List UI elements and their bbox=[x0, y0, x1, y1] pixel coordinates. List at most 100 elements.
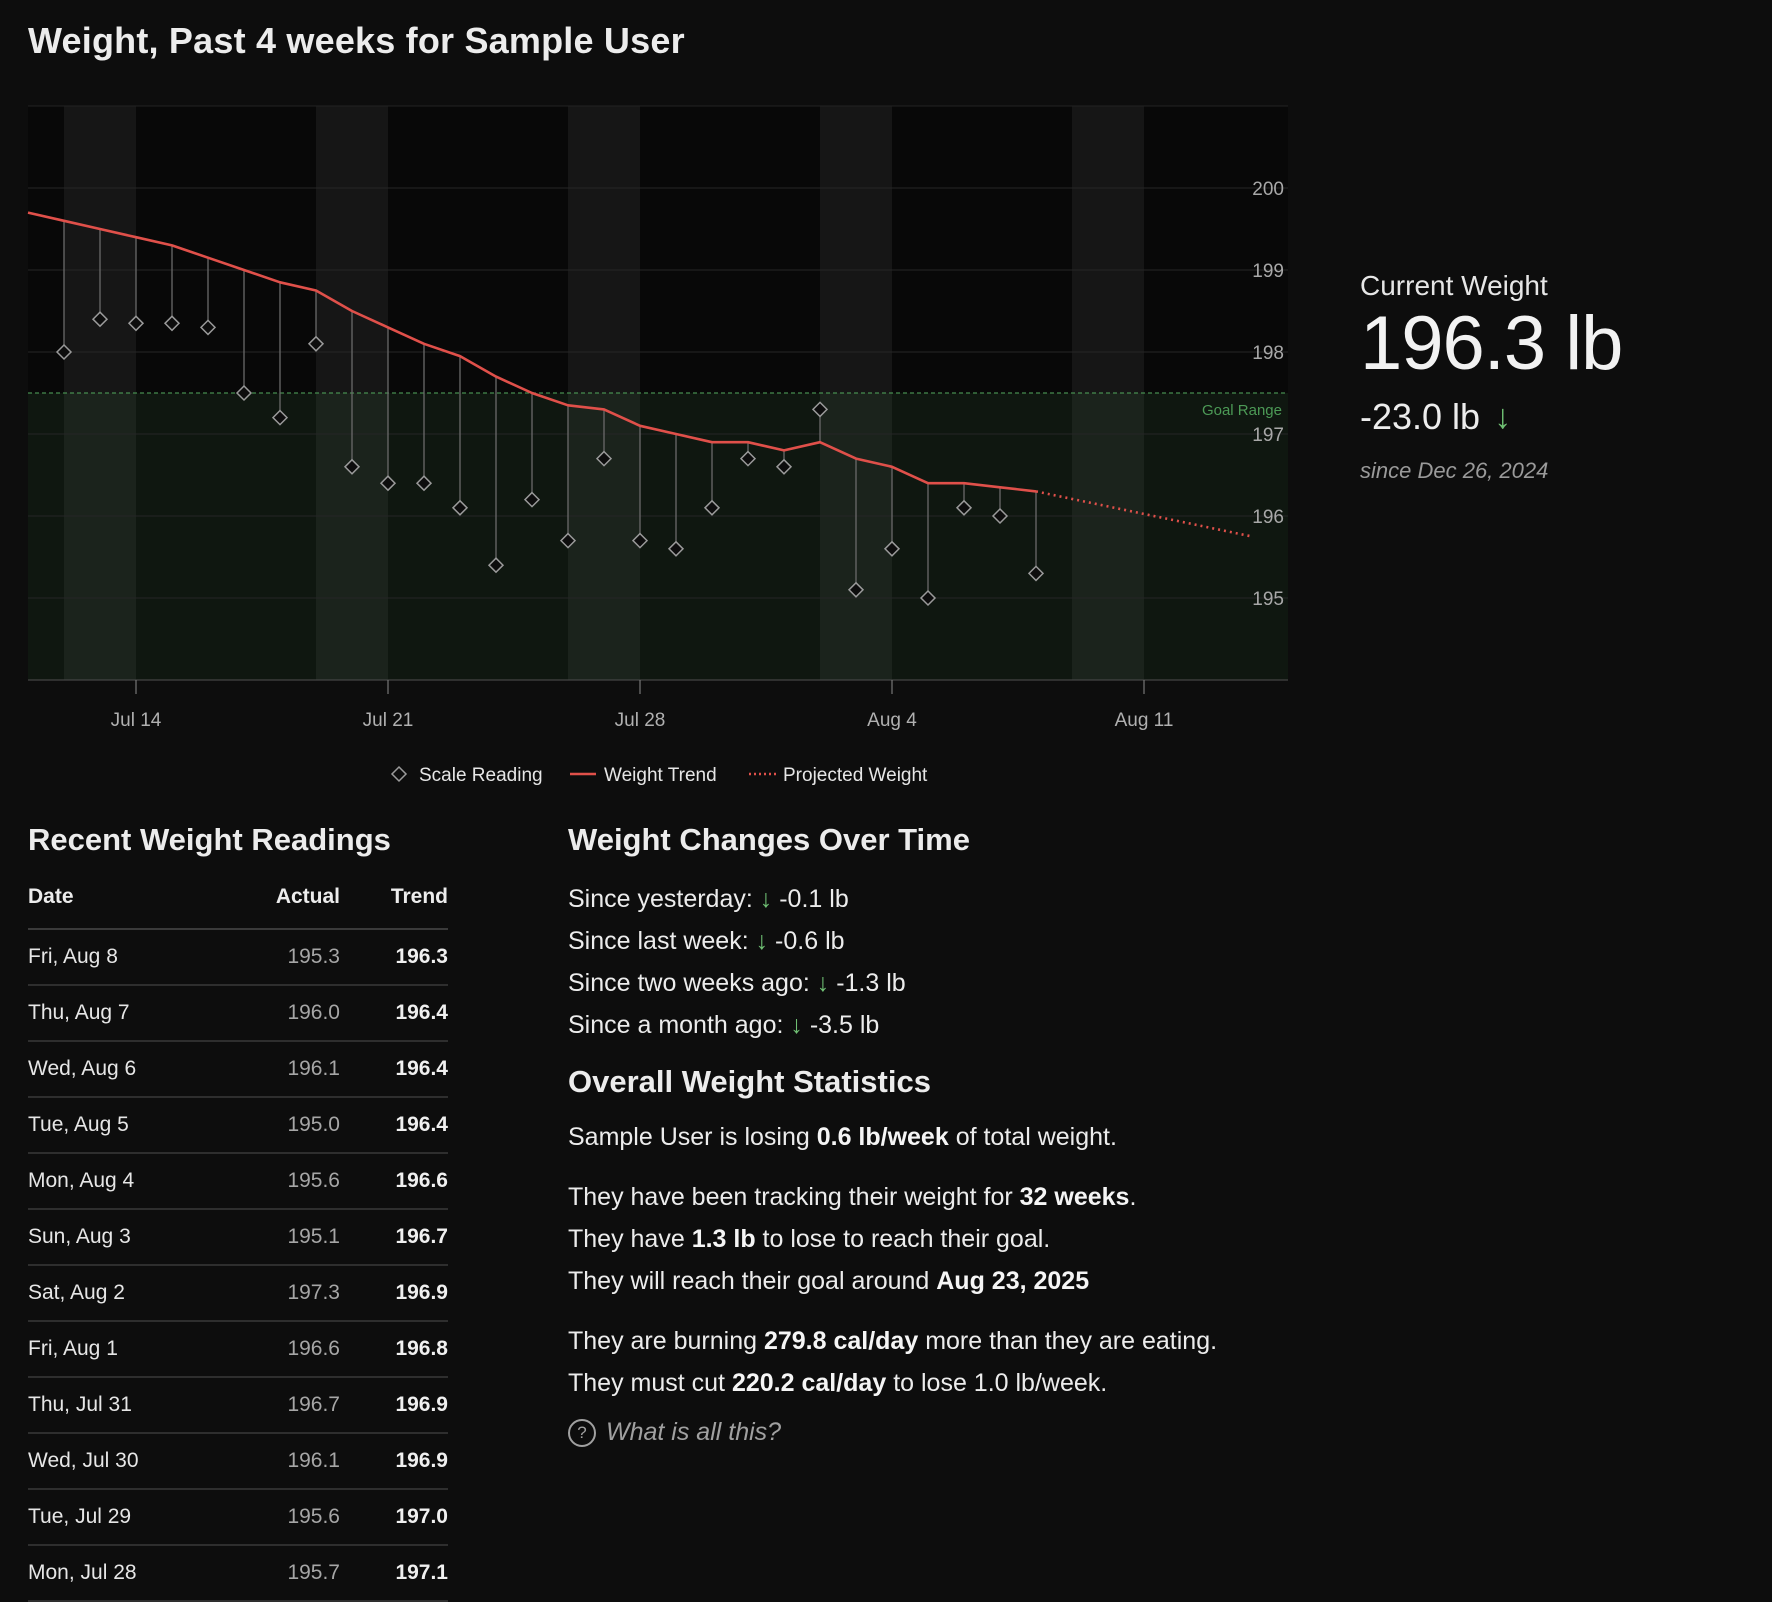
table-row: Wed, Aug 6 196.1 196.4 bbox=[28, 1041, 448, 1098]
cell-actual: 196.1 bbox=[228, 1433, 340, 1490]
legend-trend-label: Weight Trend bbox=[604, 765, 717, 786]
change-label: Since a month ago: bbox=[568, 1011, 784, 1039]
down-arrow-icon: ↓ bbox=[790, 1011, 803, 1039]
goal-range: Goal Range bbox=[28, 392, 1288, 680]
x-tick-label: Jul 28 bbox=[615, 710, 666, 731]
cell-trend: 197.0 bbox=[340, 1489, 448, 1546]
cell-trend: 196.4 bbox=[340, 985, 448, 1042]
weight-changes-section: Weight Changes Over Time Since yesterday… bbox=[568, 822, 1288, 1447]
change-item: Since yesterday: ↓ -0.1 lb bbox=[568, 878, 1288, 920]
calorie-deficit-text: They are burning 279.8 cal/day more than… bbox=[568, 1327, 1218, 1355]
change-value: -0.1 lb bbox=[779, 885, 849, 913]
column-header-date: Date bbox=[28, 884, 228, 930]
column-header-trend: Trend bbox=[340, 884, 448, 930]
down-arrow-icon: ↓ bbox=[816, 969, 830, 997]
table-row: Mon, Aug 4 195.6 196.6 bbox=[28, 1153, 448, 1210]
cell-trend: 196.8 bbox=[340, 1321, 448, 1378]
cell-actual: 196.6 bbox=[228, 1321, 340, 1378]
y-tick-label: 198 bbox=[1252, 343, 1284, 364]
readings-table: Date Actual Trend Fri, Aug 8 195.3 196.3 Th… bbox=[28, 884, 448, 1602]
y-tick-label: 195 bbox=[1252, 589, 1284, 610]
goal-date-text: They will reach their goal around Aug 23… bbox=[568, 1267, 1090, 1295]
question-circle-icon[interactable]: ? bbox=[568, 1418, 596, 1447]
table-row: Fri, Aug 8 195.3 196.3 bbox=[28, 929, 448, 986]
cell-date: Thu, Jul 31 bbox=[28, 1377, 228, 1434]
remaining-to-goal-text: They have 1.3 lb to lose to reach their … bbox=[568, 1225, 1051, 1253]
cell-trend: 196.9 bbox=[340, 1265, 448, 1322]
cell-trend: 196.3 bbox=[340, 929, 448, 986]
change-value: -0.6 lb bbox=[775, 927, 845, 955]
total-change-value: -23.0 lb bbox=[1360, 396, 1481, 437]
goal-range-label: Goal Range bbox=[1202, 402, 1282, 419]
cell-trend: 196.6 bbox=[340, 1153, 448, 1210]
cell-date: Sun, Aug 3 bbox=[28, 1209, 228, 1266]
change-label: Since last week: bbox=[568, 927, 749, 955]
down-arrow-icon: ↓ bbox=[1494, 397, 1512, 436]
goal-range-band bbox=[28, 393, 1288, 680]
y-tick-label: 199 bbox=[1252, 261, 1284, 282]
cell-date: Mon, Jul 28 bbox=[28, 1545, 228, 1602]
column-header-actual: Actual bbox=[228, 884, 340, 930]
cell-trend: 196.4 bbox=[340, 1097, 448, 1154]
legend-scale-label: Scale Reading bbox=[419, 765, 543, 786]
cell-trend: 196.4 bbox=[340, 1041, 448, 1098]
table-row: Fri, Aug 1 196.6 196.8 bbox=[28, 1321, 448, 1378]
cell-actual: 195.1 bbox=[228, 1209, 340, 1266]
tracking-duration-text: They have been tracking their weight for… bbox=[568, 1183, 1137, 1211]
cell-actual: 195.0 bbox=[228, 1097, 340, 1154]
table-row: Sat, Aug 2 197.3 196.9 bbox=[28, 1265, 448, 1322]
weight-changes-title: Weight Changes Over Time bbox=[568, 822, 970, 857]
y-tick-label: 196 bbox=[1252, 507, 1284, 528]
x-tick-label: Aug 4 bbox=[867, 710, 917, 731]
help-link[interactable]: ? What is all this? bbox=[568, 1418, 1288, 1447]
cell-actual: 197.3 bbox=[228, 1265, 340, 1322]
table-row: Tue, Aug 5 195.0 196.4 bbox=[28, 1097, 448, 1154]
down-arrow-icon: ↓ bbox=[759, 885, 773, 913]
cell-date: Sat, Aug 2 bbox=[28, 1265, 228, 1322]
down-arrow-icon: ↓ bbox=[755, 927, 769, 955]
overall-stats-title: Overall Weight Statistics bbox=[568, 1064, 931, 1099]
cell-trend: 196.7 bbox=[340, 1209, 448, 1266]
recent-readings-section: Recent Weight Readings Date Actual Trend… bbox=[28, 822, 448, 1602]
cell-date: Fri, Aug 8 bbox=[28, 929, 228, 986]
cell-date: Thu, Aug 7 bbox=[28, 985, 228, 1042]
cell-actual: 195.3 bbox=[228, 929, 340, 986]
table-row: Thu, Aug 7 196.0 196.4 bbox=[28, 985, 448, 1042]
cell-actual: 196.1 bbox=[228, 1041, 340, 1098]
help-link-text[interactable]: What is all this? bbox=[606, 1418, 781, 1447]
change-value: -3.5 lb bbox=[809, 1011, 880, 1039]
cell-trend: 196.9 bbox=[340, 1433, 448, 1490]
legend-diamond-icon bbox=[390, 765, 408, 783]
legend-projected-label: Projected Weight bbox=[783, 765, 928, 786]
table-row: Mon, Jul 28 195.7 197.1 bbox=[28, 1545, 448, 1602]
current-weight-label: Current Weight bbox=[1360, 270, 1548, 301]
calorie-cut-text: They must cut 220.2 cal/day to lose 1.0 … bbox=[568, 1369, 1108, 1397]
y-tick-label: 200 bbox=[1252, 179, 1284, 200]
since-date: since Dec 26, 2024 bbox=[1360, 458, 1549, 483]
table-header-row: Date Actual Trend bbox=[28, 884, 448, 930]
cell-trend: 196.9 bbox=[340, 1377, 448, 1434]
current-weight-panel: Current Weight 196.3 lb -23.0 lb ↓ since… bbox=[1360, 270, 1623, 484]
change-label: Since two weeks ago: bbox=[568, 969, 810, 997]
cell-actual: 196.0 bbox=[228, 985, 340, 1042]
recent-readings-title: Recent Weight Readings bbox=[28, 822, 391, 857]
cell-actual: 196.7 bbox=[228, 1377, 340, 1434]
cell-date: Tue, Aug 5 bbox=[28, 1097, 228, 1154]
x-tick-label: Jul 21 bbox=[363, 710, 414, 731]
table-row: Tue, Jul 29 195.6 197.0 bbox=[28, 1489, 448, 1546]
losing-rate-text: Sample User is losing 0.6 lb/week of tot… bbox=[568, 1123, 1117, 1151]
cell-date: Fri, Aug 1 bbox=[28, 1321, 228, 1378]
chart-legend: Scale Reading Weight Trend Projected Weigh… bbox=[390, 765, 928, 786]
cell-actual: 195.6 bbox=[228, 1153, 340, 1210]
table-row: Wed, Jul 30 196.1 196.9 bbox=[28, 1433, 448, 1490]
cell-date: Wed, Aug 6 bbox=[28, 1041, 228, 1098]
change-value: -1.3 lb bbox=[836, 969, 906, 997]
change-item: Since last week: ↓ -0.6 lb bbox=[568, 920, 1288, 962]
table-row: Thu, Jul 31 196.7 196.9 bbox=[28, 1377, 448, 1434]
total-change: -23.0 lb ↓ bbox=[1360, 396, 1622, 438]
cell-date: Wed, Jul 30 bbox=[28, 1433, 228, 1490]
y-tick-label: 197 bbox=[1252, 425, 1284, 446]
x-tick-label: Aug 11 bbox=[1115, 710, 1174, 731]
cell-actual: 195.7 bbox=[228, 1545, 340, 1602]
cell-date: Mon, Aug 4 bbox=[28, 1153, 228, 1210]
